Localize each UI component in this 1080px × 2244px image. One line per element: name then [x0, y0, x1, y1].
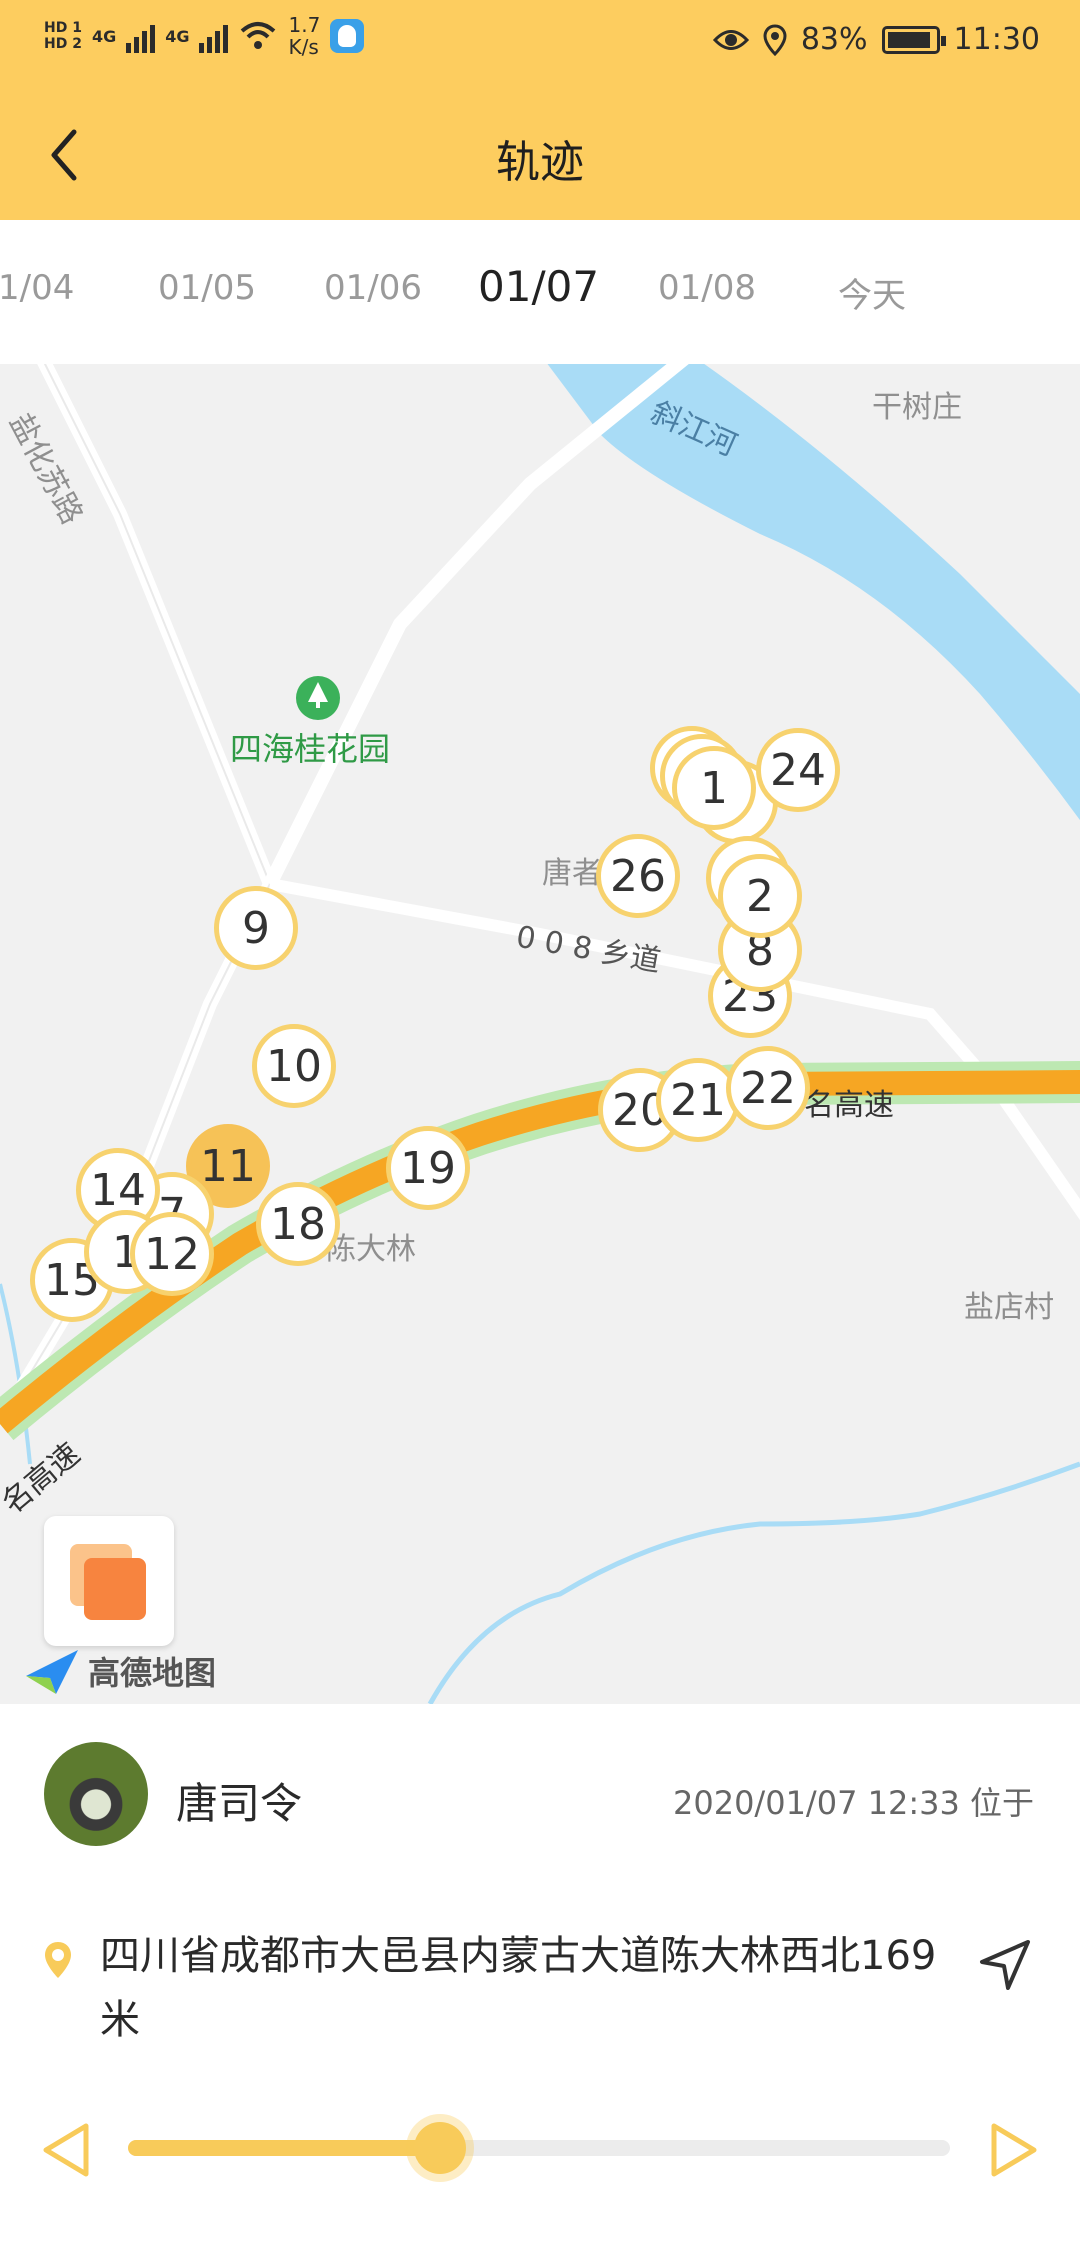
layers-icon-front	[84, 1558, 146, 1620]
location-card: 唐司令 2020/01/07 12:33 位于 四川省成都市大邑县内蒙古大道陈大…	[0, 1704, 1080, 2244]
map-pin-24[interactable]: 24	[756, 728, 840, 812]
map-label-highway-right: 名高速	[804, 1088, 894, 1123]
eye-icon	[712, 29, 749, 50]
app-header-area: HD 1 HD 2 4G 4G 1.7 K/s 83% 11:30 轨迹	[0, 0, 1080, 220]
map-label-tang: 唐者	[542, 856, 602, 891]
page-title: 轨迹	[496, 137, 584, 188]
map-layers-button[interactable]	[44, 1516, 174, 1646]
title-bar: 轨迹	[0, 100, 1080, 210]
avatar[interactable]	[44, 1742, 148, 1846]
status-bar: HD 1 HD 2 4G 4G 1.7 K/s 83% 11:30	[0, 0, 1080, 90]
tab-today[interactable]: 今天	[838, 268, 906, 317]
map-pin-2[interactable]: 2	[718, 854, 802, 938]
tab-date-0106[interactable]: 01/06	[324, 268, 422, 308]
map-pin-9[interactable]: 9	[214, 886, 298, 970]
map-pin-12[interactable]: 12	[130, 1212, 214, 1296]
map-label-ganshu: 干树庄	[872, 390, 962, 425]
clock: 11:30	[953, 22, 1040, 57]
map-brand-text: 高德地图	[88, 1654, 217, 1692]
map-pin-26[interactable]: 26	[596, 834, 680, 918]
date-tabs: 1/04 01/05 01/06 01/07 01/08 今天	[0, 220, 1080, 364]
map-label-yandian: 盐店村	[964, 1290, 1054, 1325]
battery-icon	[881, 25, 946, 54]
address-text: 四川省成都市大邑县内蒙古大道陈大林西北169米	[100, 1933, 937, 2043]
tab-date-0105[interactable]: 01/05	[158, 268, 256, 308]
net-speed-unit: K/s	[288, 35, 319, 59]
navigate-icon[interactable]	[976, 1936, 1034, 1994]
playback-slider-handle[interactable]	[414, 2122, 467, 2174]
net-speed-value: 1.7	[288, 13, 321, 37]
status-right: 83% 11:30	[712, 22, 1040, 57]
signal-icon-2	[199, 19, 229, 53]
map-pin-18[interactable]: 18	[256, 1182, 340, 1266]
tab-date-0107[interactable]: 01/07	[478, 262, 599, 311]
map-pin-22[interactable]: 22	[726, 1046, 810, 1130]
status-left: HD 1 HD 2 4G 4G 1.7 K/s	[44, 14, 365, 58]
playback-progress-fill	[128, 2140, 441, 2156]
map-pin-10[interactable]: 10	[252, 1024, 336, 1108]
hd1-label: HD 1	[44, 20, 82, 36]
map-view[interactable]: 盐化苏路 斜江河 干树庄 四海桂花园 唐者 0 0 8 乡道 名高速 陈大林 盐…	[0, 364, 1080, 1704]
network-type-2: 4G	[165, 26, 190, 46]
signal-icon	[126, 19, 156, 53]
map-base	[0, 364, 1080, 1704]
pet-name: 唐司令	[176, 1779, 303, 1828]
amap-logo-icon	[26, 1650, 78, 1694]
location-timestamp: 2020/01/07 12:33 位于	[672, 1784, 1034, 1822]
location-status-icon	[763, 23, 787, 56]
map-brand: 高德地图	[24, 1646, 216, 1696]
battery-percent: 83%	[800, 22, 868, 57]
previous-point-button[interactable]	[40, 2120, 92, 2180]
tab-date-0104[interactable]: 1/04	[0, 268, 74, 308]
map-pin-19[interactable]: 19	[386, 1126, 470, 1210]
map-pin-1[interactable]: 1	[672, 746, 756, 830]
wifi-icon	[241, 22, 276, 49]
hd2-label: HD 2	[44, 36, 82, 52]
map-label-park: 四海桂花园	[230, 730, 391, 768]
next-point-button[interactable]	[988, 2120, 1040, 2180]
net-speed: 1.7 K/s	[288, 14, 320, 58]
qq-app-icon	[330, 19, 365, 53]
map-label-chendalin: 陈大林	[326, 1232, 416, 1267]
network-type-1: 4G	[91, 26, 117, 46]
tab-date-0108[interactable]: 01/08	[658, 268, 756, 308]
playback-slider[interactable]	[128, 2122, 950, 2174]
hd-indicator: HD 1 HD 2	[44, 20, 82, 52]
location-pin-icon	[45, 1942, 71, 1978]
